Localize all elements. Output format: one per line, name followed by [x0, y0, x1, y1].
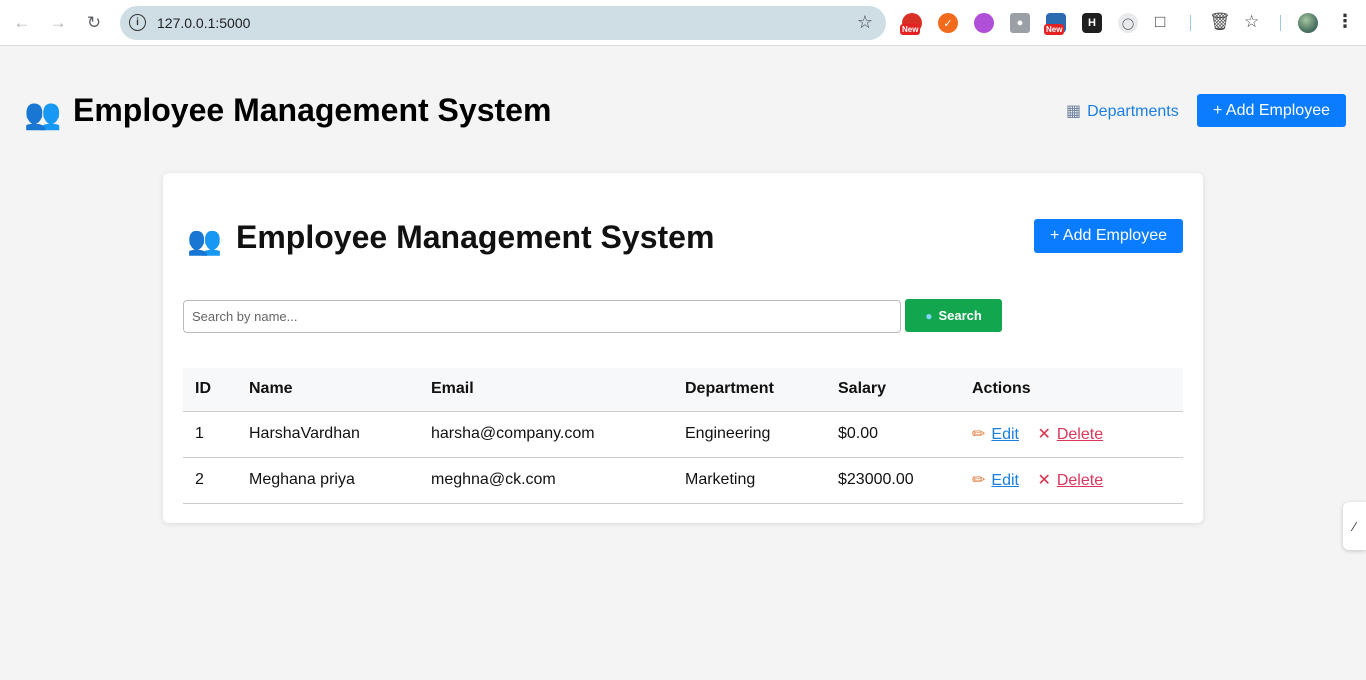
brain-extension-icon[interactable]: [974, 13, 994, 33]
cell-salary: $23000.00: [826, 457, 960, 504]
browser-toolbar: ← → ↻ i 127.0.0.1:5000 ☆ New ✓ ● New H ◯…: [0, 0, 1366, 46]
address-url[interactable]: 127.0.0.1:5000: [157, 15, 250, 31]
cell-salary: $0.00: [826, 411, 960, 458]
cell-actions: ✏ Edit ✕ Delete: [960, 411, 1183, 458]
table-header-row: ID Name Email Department Salary Actions: [183, 368, 1183, 412]
back-icon[interactable]: ←: [10, 11, 34, 35]
cell-department: Marketing: [673, 457, 826, 504]
bookmark-star-icon[interactable]: ☆: [857, 12, 873, 33]
shield-icon[interactable]: ◯: [1118, 13, 1138, 33]
cell-name: HarshaVardhan: [237, 411, 419, 458]
trash-icon[interactable]: 🗑: [1209, 12, 1231, 32]
pencil-icon: ✏: [972, 426, 986, 443]
delete-link[interactable]: ✕ Delete: [1037, 472, 1103, 489]
edit-link[interactable]: ✏ Edit: [972, 426, 1019, 443]
table-row: 1 HarshaVardhan harsha@company.com Engin…: [183, 411, 1183, 458]
search-input[interactable]: [183, 300, 901, 333]
cell-email: meghna@ck.com: [419, 457, 673, 504]
cell-id: 2: [183, 457, 237, 504]
reload-icon[interactable]: ↻: [82, 11, 106, 35]
column-header: ID: [183, 368, 237, 412]
camera-icon[interactable]: ●: [1010, 13, 1030, 33]
forward-icon[interactable]: →: [46, 11, 70, 35]
extension-icon[interactable]: H: [1082, 13, 1102, 33]
people-icon: 👥: [24, 98, 62, 131]
toolbar-divider: [1280, 15, 1281, 31]
extension-icon[interactable]: New: [1044, 13, 1066, 35]
cell-email: harsha@company.com: [419, 411, 673, 458]
side-panel-handle-icon[interactable]: ∕: [1343, 502, 1366, 550]
address-bar[interactable]: i 127.0.0.1:5000 ☆: [120, 6, 886, 40]
column-header: Email: [419, 368, 673, 412]
departments-link[interactable]: ▦ Departments: [1066, 101, 1179, 121]
new-badge: New: [1044, 24, 1065, 35]
extension-icon[interactable]: ✓: [938, 13, 958, 33]
menu-kebab-icon[interactable]: ⋮: [1336, 11, 1354, 32]
card-title: Employee Management System: [236, 219, 715, 255]
toolbar-divider: [1190, 15, 1191, 31]
employee-table: ID Name Email Department Salary Actions …: [183, 368, 1183, 504]
edit-label: Edit: [991, 426, 1019, 443]
edit-label: Edit: [991, 472, 1019, 489]
building-icon: ▦: [1066, 103, 1082, 120]
cell-id: 1: [183, 411, 237, 458]
search-button-label: Search: [938, 308, 982, 323]
new-badge: New: [900, 24, 921, 35]
extension-icon[interactable]: New: [900, 13, 922, 35]
column-header: Department: [673, 368, 826, 412]
column-header: Salary: [826, 368, 960, 412]
extensions-puzzle-icon[interactable]: □: [1155, 12, 1165, 32]
cross-icon: ✕: [1037, 472, 1051, 489]
search-button[interactable]: ● Search: [905, 299, 1002, 332]
pencil-icon: ✏: [972, 472, 986, 489]
add-employee-button[interactable]: + Add Employee: [1197, 94, 1346, 127]
cell-name: Meghana priya: [237, 457, 419, 504]
site-info-icon[interactable]: i: [129, 14, 146, 31]
edit-link[interactable]: ✏ Edit: [972, 472, 1019, 489]
table-row: 2 Meghana priya meghna@ck.com Marketing …: [183, 457, 1183, 504]
cell-actions: ✏ Edit ✕ Delete: [960, 457, 1183, 504]
delete-link[interactable]: ✕ Delete: [1037, 426, 1103, 443]
column-header: Actions: [960, 368, 1183, 412]
add-employee-button[interactable]: + Add Employee: [1034, 219, 1183, 253]
page-title: Employee Management System: [73, 92, 552, 128]
column-header: Name: [237, 368, 419, 412]
cross-icon: ✕: [1037, 426, 1051, 443]
people-icon: 👥: [187, 225, 222, 256]
cell-department: Engineering: [673, 411, 826, 458]
magnifier-icon: ●: [925, 308, 933, 323]
profile-avatar[interactable]: [1298, 13, 1318, 33]
delete-label: Delete: [1056, 472, 1104, 489]
delete-label: Delete: [1056, 426, 1104, 443]
employee-card: 👥 Employee Management System + Add Emplo…: [163, 173, 1203, 523]
departments-label: Departments: [1087, 103, 1179, 120]
bookmarks-icon[interactable]: ☆: [1244, 12, 1259, 32]
